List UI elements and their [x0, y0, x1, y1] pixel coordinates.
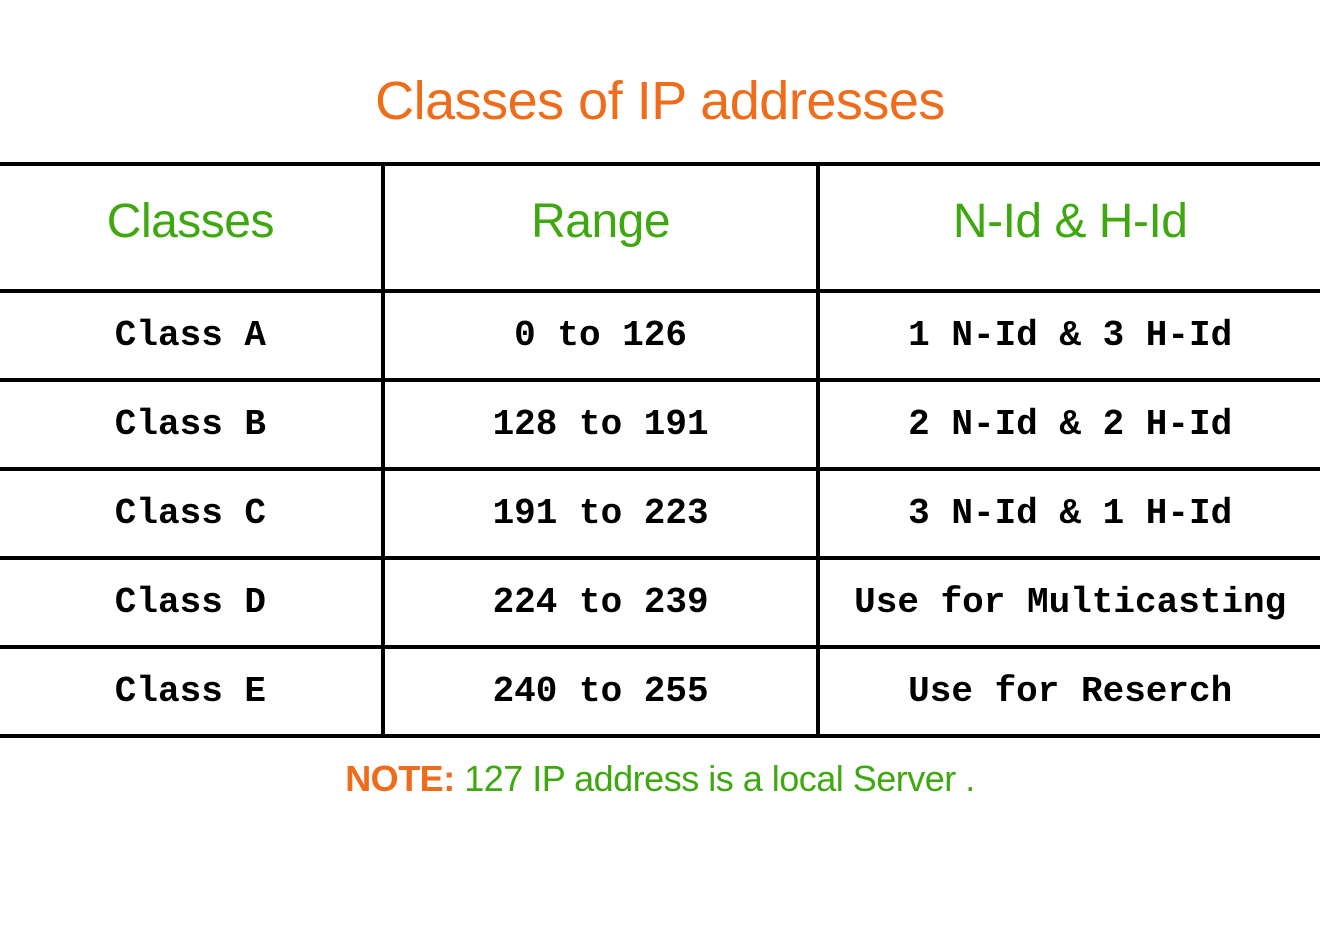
table-row: Class D 224 to 239 Use for Multicasting	[0, 558, 1320, 647]
cell-range: 191 to 223	[383, 469, 819, 558]
footnote: NOTE: 127 IP address is a local Server .	[345, 758, 975, 800]
cell-range: 128 to 191	[383, 380, 819, 469]
cell-nid-hid: 1 N-Id & 3 H-Id	[818, 291, 1320, 380]
table-row: Class E 240 to 255 Use for Reserch	[0, 647, 1320, 736]
cell-nid-hid: Use for Multicasting	[818, 558, 1320, 647]
cell-nid-hid: Use for Reserch	[818, 647, 1320, 736]
header-classes: Classes	[0, 164, 383, 291]
cell-range: 0 to 126	[383, 291, 819, 380]
cell-class: Class E	[0, 647, 383, 736]
ip-classes-table: Classes Range N-Id & H-Id Class A 0 to 1…	[0, 162, 1320, 738]
note-text: 127 IP address is a local Server .	[455, 758, 975, 799]
page-title: Classes of IP addresses	[375, 70, 945, 132]
table-row: Class A 0 to 126 1 N-Id & 3 H-Id	[0, 291, 1320, 380]
cell-nid-hid: 2 N-Id & 2 H-Id	[818, 380, 1320, 469]
table-row: Class C 191 to 223 3 N-Id & 1 H-Id	[0, 469, 1320, 558]
cell-class: Class D	[0, 558, 383, 647]
note-label: NOTE:	[345, 758, 455, 799]
header-range: Range	[383, 164, 819, 291]
cell-class: Class B	[0, 380, 383, 469]
table-row: Class B 128 to 191 2 N-Id & 2 H-Id	[0, 380, 1320, 469]
cell-range: 240 to 255	[383, 647, 819, 736]
cell-range: 224 to 239	[383, 558, 819, 647]
header-nid-hid: N-Id & H-Id	[818, 164, 1320, 291]
table-header-row: Classes Range N-Id & H-Id	[0, 164, 1320, 291]
cell-class: Class C	[0, 469, 383, 558]
cell-nid-hid: 3 N-Id & 1 H-Id	[818, 469, 1320, 558]
cell-class: Class A	[0, 291, 383, 380]
